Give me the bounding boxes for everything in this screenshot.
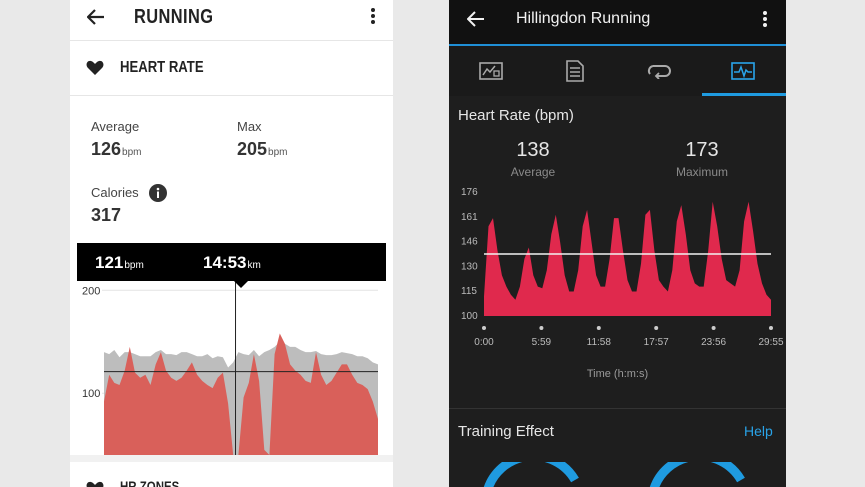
- tooltip-pointer: [234, 281, 248, 288]
- average-label: Average: [510, 165, 556, 179]
- y-tick-label: 130: [461, 261, 478, 272]
- tooltip-distance: 14:53km: [203, 253, 261, 272]
- section-title: Heart Rate (bpm): [458, 107, 574, 124]
- tab-heart-rate-chart[interactable]: [701, 46, 785, 96]
- x-tick-label: 29:55: [758, 337, 783, 348]
- x-axis-title: Time (h:m:s): [586, 368, 649, 380]
- average-value: 138: [516, 139, 550, 161]
- max-value: 205bpm: [237, 139, 288, 159]
- x-tick-dot: [482, 326, 486, 330]
- app-bar: RUNNING: [70, 0, 393, 41]
- aerobic-effect-gauge: [483, 462, 579, 487]
- chart-tooltip: 121bpm 14:53km: [77, 243, 386, 288]
- section-divider: [449, 408, 786, 409]
- x-tick-label: 5:59: [532, 337, 552, 348]
- splits-icon: [566, 60, 584, 82]
- page-title: RUNNING: [134, 6, 214, 28]
- x-tick-label: 0:00: [474, 337, 494, 348]
- y-tick-label: 200: [82, 285, 100, 297]
- tab-splits[interactable]: [533, 46, 617, 96]
- info-icon[interactable]: [149, 184, 167, 202]
- max-label: Max: [237, 119, 262, 134]
- heart-rate-section-header: HEART RATE: [70, 41, 393, 96]
- calories-value: 317: [91, 205, 122, 225]
- tab-stats[interactable]: [449, 46, 533, 96]
- stats-icon: [479, 62, 503, 80]
- x-tick-dot: [654, 326, 659, 330]
- x-tick-label: 17:57: [644, 337, 669, 348]
- help-link[interactable]: Help: [744, 423, 773, 439]
- back-arrow-icon[interactable]: [467, 11, 485, 27]
- app-bar: Hillingdon Running: [449, 0, 786, 46]
- y-tick-label: 146: [461, 237, 478, 248]
- x-tick-label: 23:56: [701, 337, 726, 348]
- tab-bar: [449, 46, 786, 96]
- heart-rate-chart[interactable]: 176 161 146 130 115 100 0:00 5:59 11:58 17:57 23:5…: [449, 180, 786, 360]
- x-tick-dot: [769, 326, 773, 330]
- y-tick-label: 115: [461, 286, 477, 297]
- maximum-label: Maximum: [675, 165, 728, 179]
- hr-zones-title: HR ZONES: [120, 478, 180, 487]
- y-tick-label: 176: [461, 187, 478, 198]
- tab-laps[interactable]: [617, 46, 701, 96]
- more-options-icon[interactable]: [370, 7, 376, 25]
- left-phone-screen: RUNNING HEART RATE Average 126bpm Max 20…: [70, 0, 393, 487]
- active-tab-indicator: [702, 93, 786, 96]
- heart-rate-chart-icon: [731, 62, 755, 80]
- x-tick-dot: [596, 326, 601, 330]
- anaerobic-effect-gauge: [649, 462, 745, 487]
- x-tick-dot: [539, 326, 544, 330]
- average-label: Average: [91, 119, 140, 134]
- calories-label: Calories: [91, 185, 139, 200]
- activity-title: Hillingdon Running: [516, 10, 651, 27]
- y-tick-label: 100: [82, 388, 100, 400]
- y-tick-label: 100: [461, 311, 478, 322]
- heart-icon: [86, 60, 104, 75]
- section-title: HEART RATE: [120, 59, 204, 76]
- average-value: 126bpm: [91, 139, 142, 159]
- laps-icon: [647, 65, 671, 79]
- back-arrow-icon[interactable]: [87, 9, 105, 25]
- x-tick-label: 11:58: [587, 337, 612, 348]
- x-tick-dot: [711, 326, 716, 330]
- heart-icon: [86, 481, 104, 487]
- maximum-value: 173: [685, 139, 719, 161]
- training-effect-title: Training Effect: [458, 423, 554, 440]
- y-tick-label: 161: [461, 212, 478, 223]
- tooltip-heart-rate: 121bpm: [95, 253, 144, 272]
- section-divider: [70, 455, 393, 462]
- right-phone-screen: Hillingdon Running Heart Rate (bpm) 138 …: [449, 0, 786, 487]
- heart-rate-chart[interactable]: 200 100: [70, 280, 393, 460]
- more-options-icon[interactable]: [762, 10, 768, 28]
- heart-rate-area: [484, 201, 771, 316]
